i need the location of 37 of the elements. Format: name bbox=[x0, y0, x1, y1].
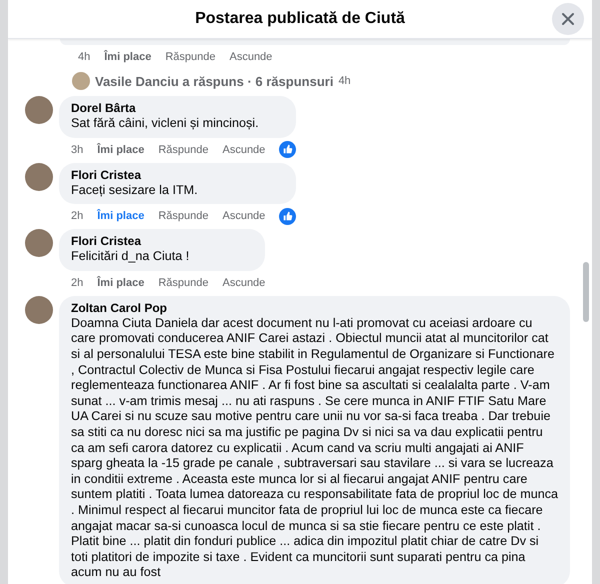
comment-author[interactable]: Zoltan Carol Pop bbox=[71, 300, 558, 316]
hide-link[interactable]: Ascunde bbox=[222, 276, 266, 289]
comment-author[interactable]: Flori Cristea bbox=[71, 234, 254, 250]
reply-time: 4h bbox=[338, 75, 351, 87]
avatar[interactable] bbox=[25, 162, 53, 191]
close-icon bbox=[561, 12, 575, 26]
reply-link[interactable]: Răspunde bbox=[158, 144, 208, 156]
scrollbar-thumb[interactable] bbox=[583, 262, 589, 322]
close-button[interactable] bbox=[552, 3, 584, 35]
comment-text: Felicitări d_na Ciuta ! bbox=[71, 249, 190, 265]
hide-link[interactable]: Ascunde bbox=[222, 144, 266, 156]
like-link[interactable]: Îmi place bbox=[104, 51, 152, 63]
like-link[interactable]: Îmi place bbox=[97, 276, 144, 289]
avatar bbox=[72, 72, 90, 90]
comment-text: Faceți sesizare la ITM. bbox=[71, 182, 199, 198]
comment-text: Sat fără câini, vicleni și mincinoși. bbox=[71, 116, 260, 132]
hide-link[interactable]: Ascunde bbox=[222, 210, 266, 222]
dialog-title: Postarea publicată de Ciută bbox=[195, 10, 405, 28]
comment-text: Doamna Ciuta Daniela dar acest document nu l-ati promovat cu aceiasi ardoare cu care promovati conducerea ANIF Carei astazi . Obiectul muncii atat al muncitorilor cat si al personalului TESA este bine stabilit in Regulamentul de Organizare si Functionare , Contractul Colectiv de Munca si Fisa Postului fiecarui angajat respectiv legile care reglementeaza functionarea ANIF . Ar fi fost bine sa ascultati si cealalalta parte . V-am sunat ... v-am trimis mesaj ... nu ati raspuns . Se cere munca in ANIF FTIF Satu Mare UA Carei si nu scuze sau motive pentru care unii nu vor sa-si faca treaba . Dar trebuie sa stiti ca nu doresc nici sa ma justific pe pagina Dv si nici sa va dau explicatii pentru ca am sefi carora datorez cu explicatii . Acum cand va scriu multi angajati ai ANIF sparg gheata la -15 grade pe canale , subtraversari sau stavilare ... si vara se lucreaza in conditii extreme . Aceasta este munca lor si al fiecarui angajat ANIF pentru care suntem platiti . Toata lumea datoreaza cu responsabilitate fata de propriul loc de munca . Minimul respect al fiecarui muncitor fata de propriul lui loc de munca este ca fiecare angajat macar sa-si cunoasca locul de munca si sa stie fiecare pentru ce este platit . Platit bine ... platit din fonduri publice ... adica din impozitul platit chiar de catre Dv si toti platitori de impozite si taxe . Evident ca muncitorii sunt suparati pentru ca pina acum nu au fost bbox=[71, 316, 558, 581]
avatar[interactable] bbox=[25, 229, 53, 258]
like-reaction-icon[interactable] bbox=[279, 208, 296, 225]
like-reaction-icon[interactable] bbox=[279, 141, 296, 158]
replies-link[interactable]: Vasile Danciu a răspuns · 6 răspunsuri bbox=[95, 74, 334, 88]
reply-link[interactable]: Răspunde bbox=[165, 51, 216, 63]
comment-time[interactable]: 2h bbox=[71, 210, 84, 222]
comment-author[interactable]: Dorel Bârta bbox=[71, 101, 284, 116]
like-link[interactable]: Îmi place bbox=[97, 210, 144, 222]
avatar[interactable] bbox=[25, 296, 53, 324]
hide-link[interactable]: Ascunde bbox=[229, 51, 272, 63]
comment-time[interactable]: 3h bbox=[71, 144, 84, 156]
comment-author[interactable]: Flori Cristea bbox=[71, 168, 284, 183]
reply-link[interactable]: Răspunde bbox=[158, 210, 208, 222]
like-link[interactable]: Îmi place bbox=[97, 144, 144, 156]
reply-link[interactable]: Răspunde bbox=[158, 276, 208, 289]
comment-time[interactable]: 4h bbox=[78, 51, 90, 63]
avatar[interactable] bbox=[25, 96, 53, 124]
comment-time[interactable]: 2h bbox=[71, 276, 84, 289]
